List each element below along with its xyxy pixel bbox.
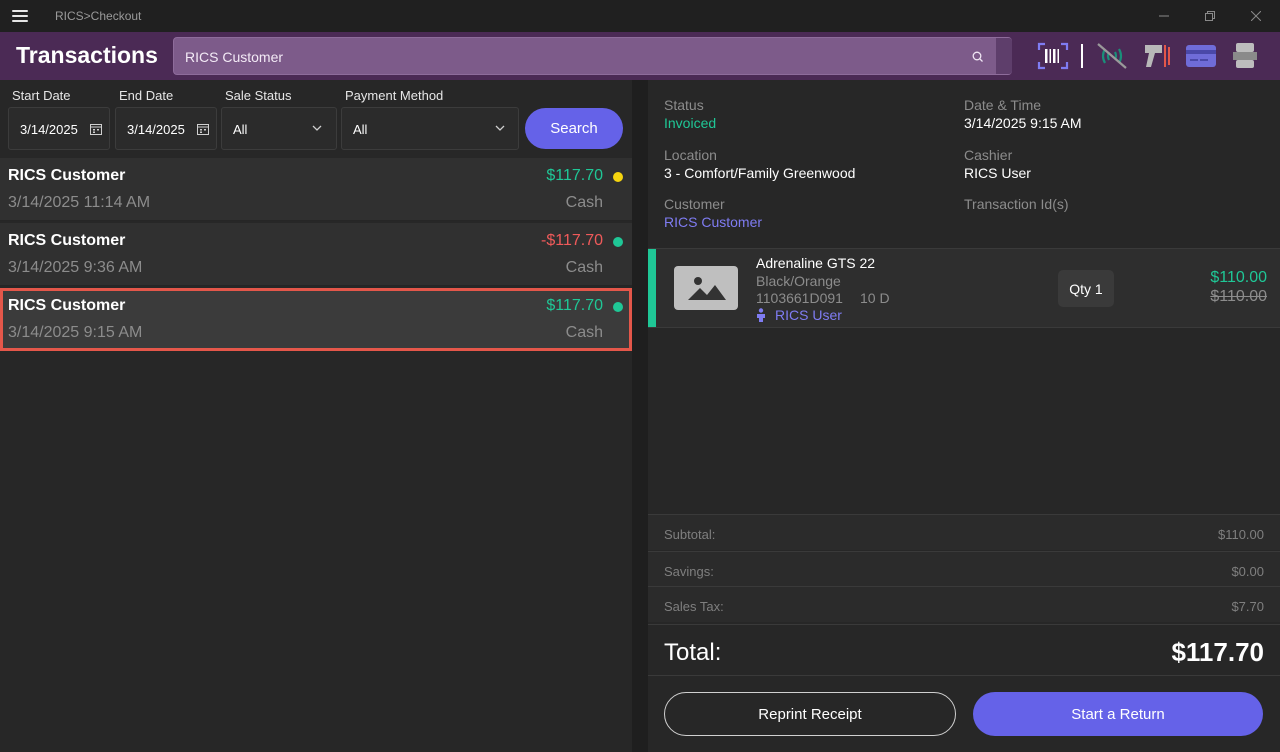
credit-card-icon[interactable] <box>1184 39 1218 73</box>
savings-row: Savings: $0.00 <box>648 551 1280 587</box>
reprint-receipt-button[interactable]: Reprint Receipt <box>664 692 956 736</box>
end-date-value: 3/14/2025 <box>127 122 185 137</box>
sale-status-value: All <box>233 122 248 137</box>
transaction-amount: $117.70 <box>546 167 603 184</box>
item-sku: 1103661D091 <box>756 290 843 306</box>
barcode-scanner-icon[interactable] <box>1036 39 1070 73</box>
item-price: $110.00 <box>1210 269 1267 286</box>
transaction-amount: $117.70 <box>546 297 603 314</box>
item-color: Black/Orange <box>756 273 841 289</box>
cashier-value: RICS User <box>964 165 1031 181</box>
transaction-datetime: 3/14/2025 11:14 AM <box>8 194 151 211</box>
location-value: 3 - Comfort/Family Greenwood <box>664 165 856 181</box>
search-icon[interactable] <box>971 50 985 64</box>
payment-method-label: Payment Method <box>345 88 444 103</box>
sale-status-label: Sale Status <box>225 88 292 103</box>
header-separator <box>1081 44 1083 68</box>
status-dot-icon <box>613 172 623 182</box>
payment-method-dropdown[interactable]: All <box>341 107 519 150</box>
subtotal-row: Subtotal: $110.00 <box>648 514 1280 550</box>
location-label: Location <box>664 147 717 163</box>
start-return-button[interactable]: Start a Return <box>973 692 1263 736</box>
savings-value: $0.00 <box>1231 564 1264 579</box>
status-label: Status <box>664 97 704 113</box>
savings-label: Savings: <box>664 564 714 579</box>
customer-label: Customer <box>664 196 725 212</box>
app-header: Transactions RICS Customer <box>0 32 1280 80</box>
datetime-value: 3/14/2025 9:15 AM <box>964 115 1082 131</box>
close-icon <box>1251 11 1261 21</box>
total-row: Total: $117.70 <box>648 624 1280 676</box>
transaction-row[interactable]: RICS Customer 3/14/2025 11:14 AM $117.70… <box>0 158 632 221</box>
total-label: Total: <box>664 639 722 666</box>
payment-method-value: All <box>353 122 368 137</box>
start-date-label: Start Date <box>12 88 71 103</box>
page-title: Transactions <box>16 42 158 68</box>
person-icon <box>757 308 765 322</box>
transaction-amount: -$117.70 <box>541 232 603 249</box>
sales-tax-row: Sales Tax: $7.70 <box>648 586 1280 622</box>
restore-button[interactable] <box>1187 0 1233 32</box>
line-item-accent <box>648 249 656 327</box>
transaction-customer: RICS Customer <box>8 167 126 184</box>
item-name: Adrenaline GTS 22 <box>756 255 876 271</box>
status-dot-icon <box>613 302 623 312</box>
restore-icon <box>1205 11 1215 21</box>
transaction-customer: RICS Customer <box>8 232 126 249</box>
calendar-icon <box>197 124 209 135</box>
transaction-row-selected[interactable]: RICS Customer 3/14/2025 9:15 AM $117.70 … <box>0 288 632 351</box>
sales-tax-value: $7.70 <box>1231 599 1264 614</box>
search-box-edge <box>996 38 1012 74</box>
transactions-panel: Start Date 3/14/2025 End Date 3/14/2025 … <box>0 80 632 752</box>
transaction-detail-panel: Status Invoiced Date & Time 3/14/2025 9:… <box>648 80 1280 752</box>
title-bar: RICS>Checkout <box>0 0 1280 32</box>
item-size: 10 D <box>860 290 890 306</box>
quantity-badge[interactable]: Qty 1 <box>1058 270 1114 307</box>
search-input-value: RICS Customer <box>185 49 284 65</box>
minimize-icon <box>1159 15 1169 17</box>
app-title: RICS>Checkout <box>55 9 142 23</box>
printer-icon[interactable] <box>1228 39 1262 73</box>
panel-divider <box>632 80 648 752</box>
nfc-off-icon[interactable] <box>1095 39 1129 73</box>
subtotal-label: Subtotal: <box>664 527 716 542</box>
transaction-payment-method: Cash <box>565 324 603 341</box>
transaction-row[interactable]: RICS Customer 3/14/2025 9:36 AM -$117.70… <box>0 223 632 286</box>
subtotal-value: $110.00 <box>1217 527 1264 542</box>
start-date-picker[interactable]: 3/14/2025 <box>8 107 110 150</box>
menu-icon[interactable] <box>12 10 28 22</box>
transaction-customer: RICS Customer <box>8 297 126 314</box>
chevron-down-icon <box>312 125 322 131</box>
close-button[interactable] <box>1233 0 1279 32</box>
chevron-down-icon <box>495 125 505 131</box>
transaction-datetime: 3/14/2025 9:15 AM <box>8 324 143 341</box>
search-input[interactable]: RICS Customer <box>173 37 1012 75</box>
cashier-label: Cashier <box>964 147 1013 163</box>
minimize-button[interactable] <box>1141 0 1187 32</box>
status-value: Invoiced <box>664 115 717 131</box>
product-image-placeholder-icon <box>674 266 738 310</box>
sales-tax-label: Sales Tax: <box>664 599 724 614</box>
total-value: $117.70 <box>1171 637 1264 667</box>
transaction-datetime: 3/14/2025 9:36 AM <box>8 259 143 276</box>
start-date-value: 3/14/2025 <box>20 122 78 137</box>
datetime-label: Date & Time <box>964 97 1042 113</box>
item-original-price: $110.00 <box>1210 288 1267 305</box>
customer-link[interactable]: RICS Customer <box>664 214 762 230</box>
search-button[interactable]: Search <box>525 108 623 149</box>
transaction-ids-label: Transaction Id(s) <box>964 196 1069 212</box>
hand-scanner-icon[interactable] <box>1141 39 1175 73</box>
sale-status-dropdown[interactable]: All <box>221 107 337 150</box>
status-dot-icon <box>613 237 623 247</box>
end-date-picker[interactable]: 3/14/2025 <box>115 107 217 150</box>
end-date-label: End Date <box>119 88 174 103</box>
transaction-payment-method: Cash <box>565 259 603 276</box>
item-salesperson-name: RICS User <box>775 307 842 323</box>
calendar-icon <box>90 124 102 135</box>
transaction-payment-method: Cash <box>565 194 603 211</box>
line-item[interactable]: Adrenaline GTS 22 Black/Orange 1103661D0… <box>648 248 1280 328</box>
